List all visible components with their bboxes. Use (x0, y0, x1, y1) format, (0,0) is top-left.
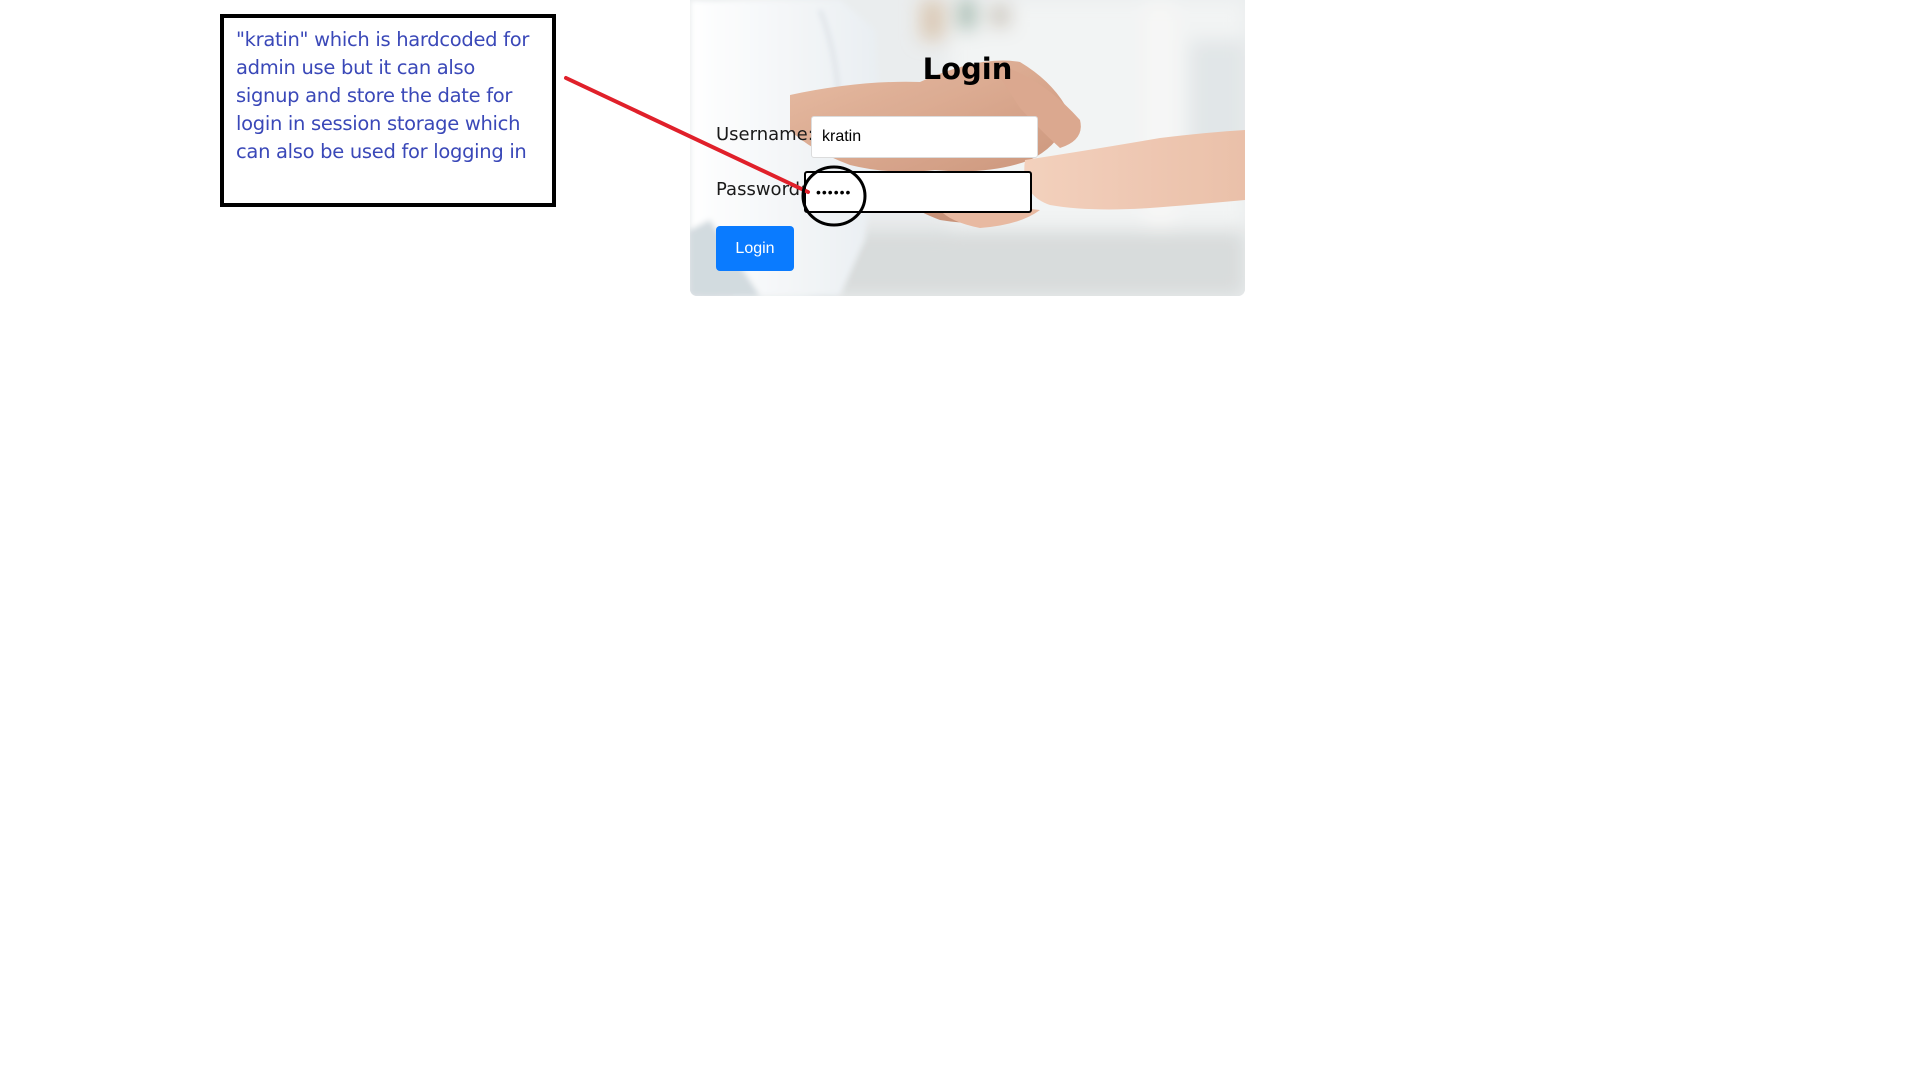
username-label: Username: (716, 124, 814, 145)
login-button[interactable]: Login (716, 226, 794, 271)
login-card: Login Username: Password: Login (690, 0, 1245, 296)
password-label: Password: (716, 179, 807, 200)
login-title: Login (922, 52, 1013, 86)
username-input[interactable] (811, 116, 1038, 158)
annotation-text: "kratin" which is hardcoded for admin us… (236, 28, 530, 163)
password-input[interactable] (804, 171, 1032, 213)
annotation-callout: "kratin" which is hardcoded for admin us… (220, 14, 556, 207)
